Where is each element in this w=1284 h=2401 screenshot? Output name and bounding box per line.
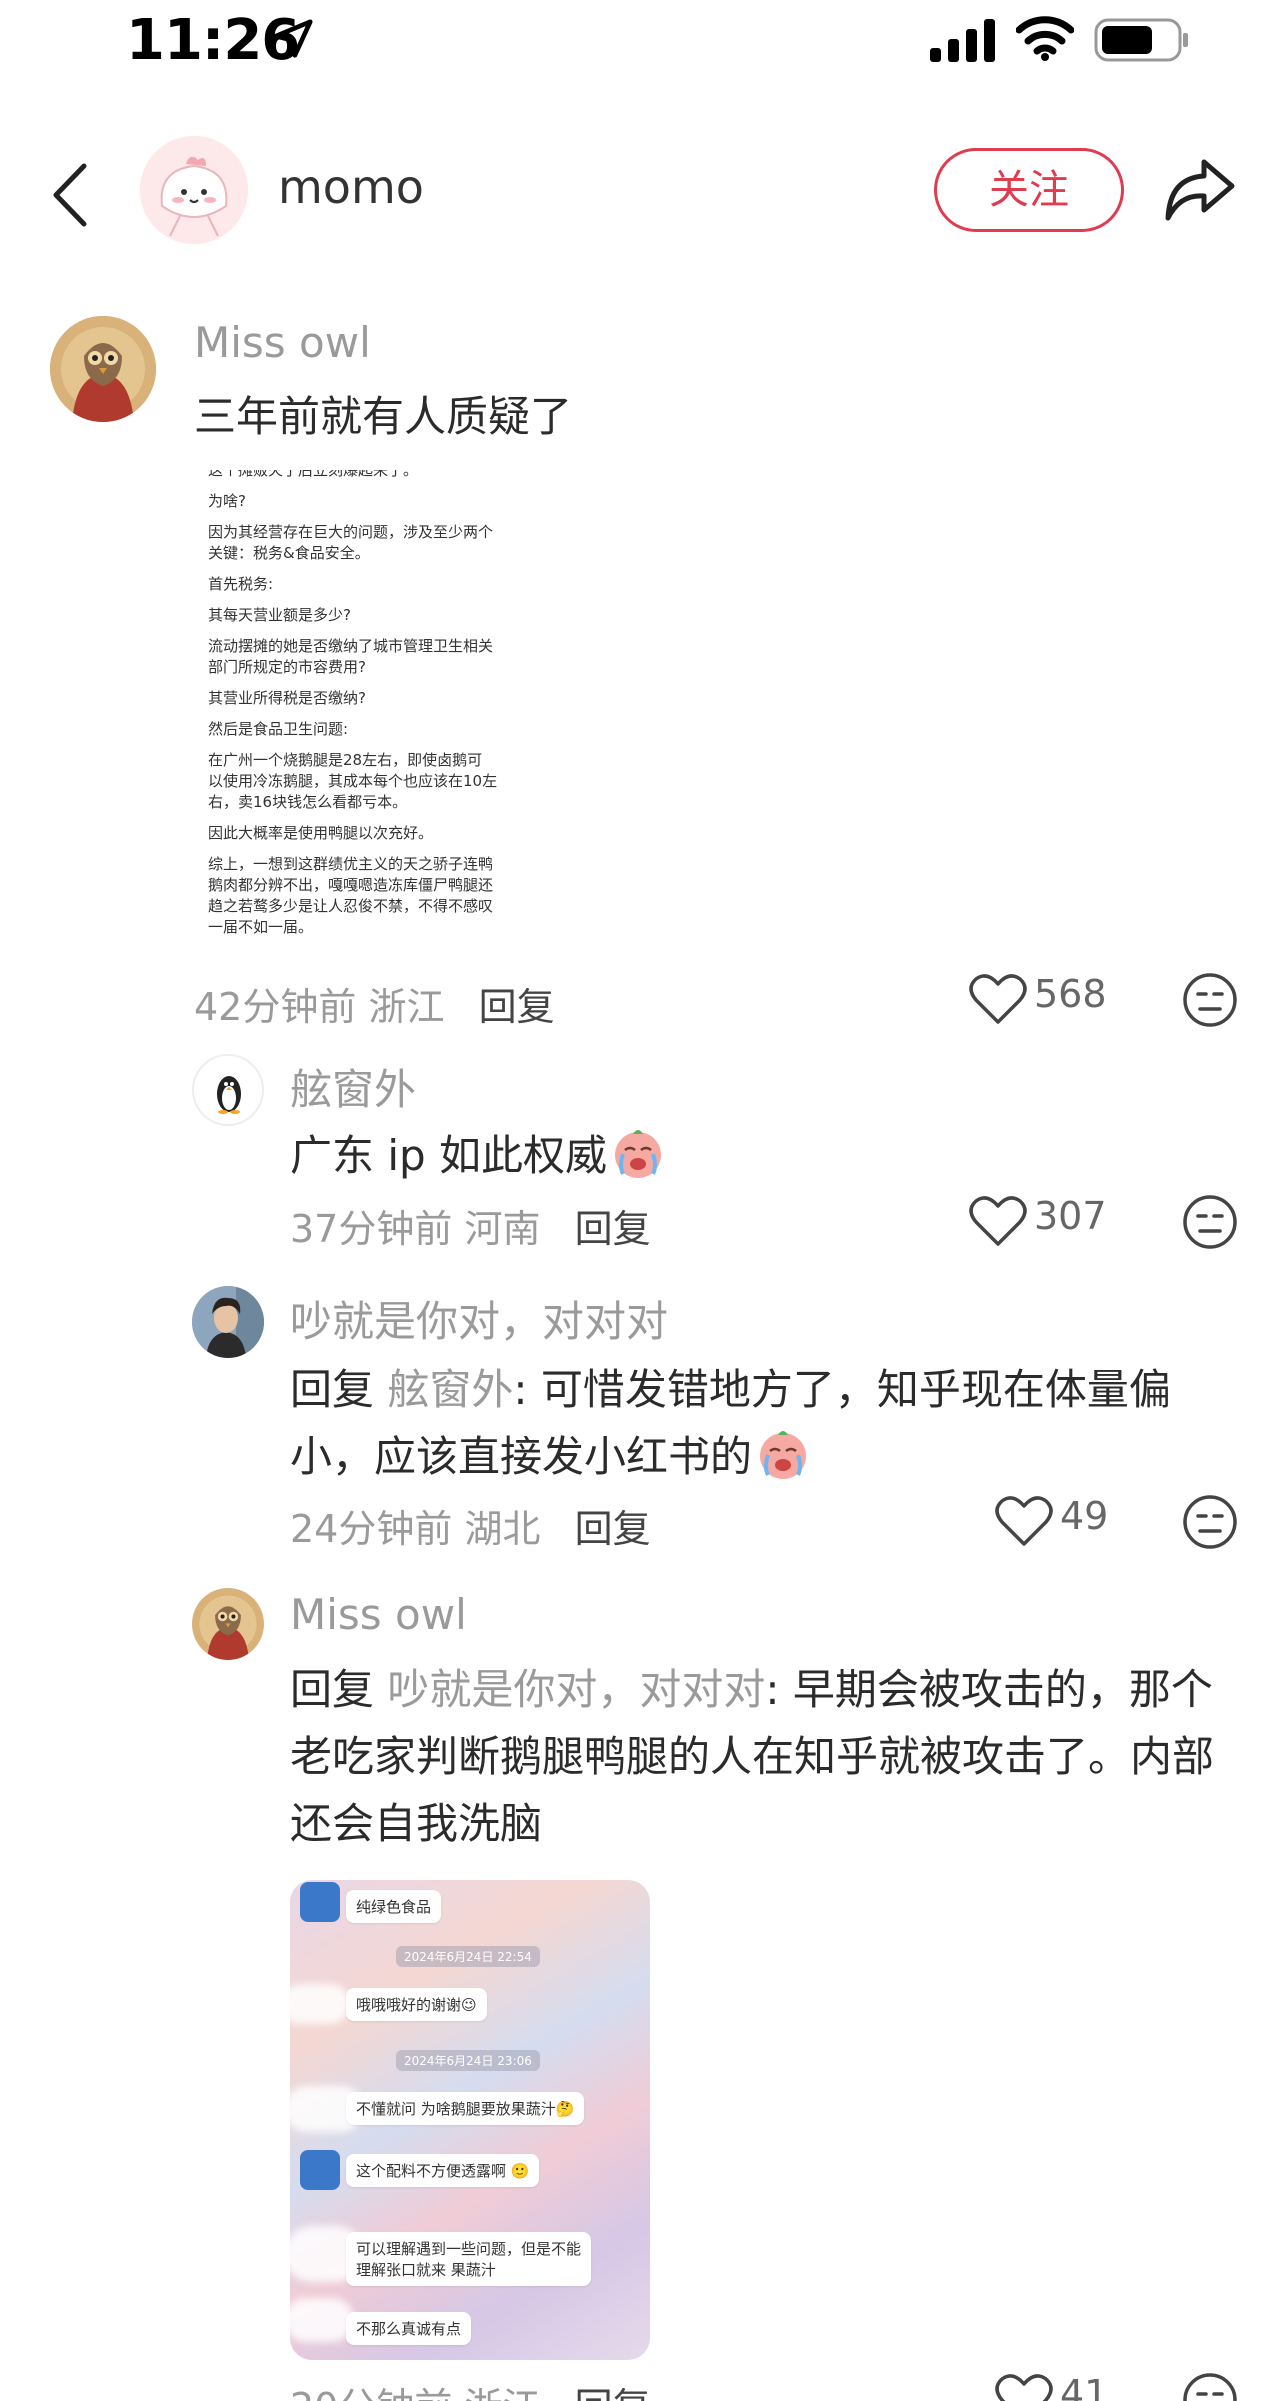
reply-button[interactable]: 回复 [575, 1207, 651, 1251]
commenter-avatar[interactable] [192, 1054, 264, 1126]
heart-icon[interactable] [968, 1194, 1028, 1248]
comment-time: 42分钟前 [194, 985, 357, 1029]
commenter-name[interactable]: 吵就是你对，对对对 [290, 1288, 668, 1349]
commenter-avatar[interactable] [50, 316, 156, 422]
commenter-name[interactable]: Miss owl [290, 1590, 467, 1639]
chat-message: 不那么真诚有点 [346, 2312, 472, 2345]
commenter-avatar[interactable] [192, 1286, 264, 1358]
owl-avatar-icon [192, 1588, 264, 1660]
comment-meta: 42分钟前 浙江 回复 [194, 976, 555, 1031]
comment-meta: 24分钟前 湖北 回复 [290, 1498, 651, 1553]
commenter-name[interactable]: 舷窗外 [290, 1056, 416, 1117]
like-count: 49 [1060, 1494, 1109, 1538]
reply-button[interactable]: 回复 [575, 2385, 651, 2401]
follow-button[interactable]: 关注 [934, 148, 1124, 232]
battery-icon [1094, 18, 1188, 62]
redaction [290, 1984, 350, 2024]
status-bar: 11:26 [0, 0, 1284, 84]
share-icon[interactable] [1164, 156, 1236, 224]
like-count: 41 [1060, 2372, 1109, 2401]
comment-image-chat-screenshot[interactable]: 纯绿色食品 2024年6月24日 22:54 哦哦哦好的谢谢😉 2024年6月2… [290, 1880, 650, 2360]
image-text-line: 这个摊贩火了后立刻爆起来了。 [208, 470, 419, 479]
meh-face-icon[interactable] [1182, 2372, 1238, 2401]
crying-face-emoji-icon [615, 1130, 662, 1178]
comment-meta: 37分钟前 河南 回复 [290, 1198, 651, 1253]
author-name[interactable]: momo [278, 160, 424, 214]
chat-timestamp: 2024年6月24日 22:54 [396, 1946, 540, 1967]
comment-text: 回复 舷窗外: 可惜发错地方了，知乎现在体量偏小，应该直接发小红书的 [290, 1356, 1240, 1490]
cellular-signal-icon [930, 19, 995, 62]
comment-time: 37分钟前 [290, 1207, 453, 1251]
chat-avatar [300, 2150, 340, 2190]
comment-location: 浙江 [368, 985, 445, 1029]
portrait-avatar-icon [192, 1286, 264, 1358]
chat-message: 纯绿色食品 [346, 1890, 442, 1923]
like-count: 307 [1034, 1194, 1107, 1238]
image-text-line: 流动摆摊的她是否缴纳了城市管理卫生相关 部门所规定的市容费用? [208, 637, 494, 676]
image-text-line: 综上，一想到这群绩优主义的天之骄子连鸭 鹅肉都分辨不出，嘎嘎嗯造冻库僵尸鸭腿还 … [208, 855, 494, 936]
meh-face-icon[interactable] [1182, 1194, 1238, 1250]
cartoon-avatar-icon [140, 136, 248, 244]
image-text-line: 其营业所得税是否缴纳? [208, 689, 366, 707]
reply-to-user[interactable]: 吵就是你对，对对对 [387, 1665, 765, 1714]
image-text-line: 因为其经营存在巨大的问题，涉及至少两个 关键：税务&食品安全。 [208, 523, 494, 562]
image-text-line: 其每天营业额是多少? [208, 606, 351, 624]
meh-face-icon[interactable] [1182, 972, 1238, 1028]
chat-message: 可以理解遇到一些问题，但是不能 理解张口就来 果蔬汁 [346, 2232, 592, 2286]
commenter-name[interactable]: Miss owl [194, 318, 371, 367]
comment-text-body: 广东 ip 如此权威 [290, 1131, 608, 1180]
chat-message: 不懂就问 为啥鹅腿要放果蔬汁🤔 [346, 2092, 585, 2125]
heart-icon[interactable] [968, 972, 1028, 1026]
chat-avatar [300, 1882, 340, 1922]
comment-text: 三年前就有人质疑了 [194, 392, 573, 441]
comment-time: 24分钟前 [290, 1507, 453, 1551]
back-arrow-icon[interactable] [50, 162, 90, 228]
chat-timestamp: 2024年6月24日 23:06 [396, 2050, 540, 2071]
owl-avatar-icon [50, 316, 156, 422]
reply-to-user[interactable]: 舷窗外 [387, 1365, 513, 1414]
comment-meta: 20分钟前 浙江 回复 [290, 2376, 651, 2401]
meh-face-icon[interactable] [1182, 1494, 1238, 1550]
image-text-line: 因此大概率是使用鸭腿以次充好。 [208, 824, 434, 842]
image-text-line: 然后是食品卫生问题: [208, 720, 349, 738]
comment-location: 湖北 [464, 1507, 541, 1551]
crying-face-emoji-icon [760, 1431, 807, 1479]
like-count: 568 [1034, 972, 1107, 1016]
note-header: momo 关注 [0, 120, 1284, 260]
reply-prefix: 回复 [290, 1665, 375, 1714]
redaction [290, 2298, 354, 2342]
reply-button[interactable]: 回复 [575, 1507, 651, 1551]
heart-icon[interactable] [994, 1494, 1054, 1548]
comment-image-text-screenshot[interactable]: 这个摊贩火了后立刻爆起来了。 为啥? 因为其经营存在巨大的问题，涉及至少两个 关… [194, 470, 554, 960]
comment-location: 浙江 [464, 2385, 540, 2401]
commenter-avatar[interactable] [192, 1588, 264, 1660]
heart-icon[interactable] [994, 2372, 1054, 2401]
location-arrow-icon [273, 19, 313, 58]
reply-prefix: 回复 [290, 1365, 375, 1414]
comment-location: 河南 [464, 1207, 541, 1251]
penguin-avatar-icon [217, 1076, 241, 1114]
author-avatar[interactable] [140, 136, 248, 244]
comment-text: 回复 吵就是你对，对对对: 早期会被攻击的，那个老吃家判断鹅腿鸭腿的人在知乎就被… [290, 1656, 1240, 1857]
comment-text: 广东 ip 如此权威 [290, 1122, 665, 1189]
image-text-line: 首先税务: [208, 575, 274, 593]
image-text-line: 为啥? [208, 492, 246, 510]
chat-message: 哦哦哦好的谢谢😉 [346, 1988, 487, 2021]
comment-time: 20分钟前 [290, 2385, 452, 2401]
chat-message: 这个配料不方便透露啊 🙂 [346, 2154, 540, 2187]
image-text-line: 在广州一个烧鹅腿是28左右，即使卤鹅可 以使用冷冻鹅腿，其成本每个也应该在10左… [208, 751, 498, 811]
wifi-icon [1016, 16, 1074, 61]
reply-button[interactable]: 回复 [479, 985, 555, 1029]
